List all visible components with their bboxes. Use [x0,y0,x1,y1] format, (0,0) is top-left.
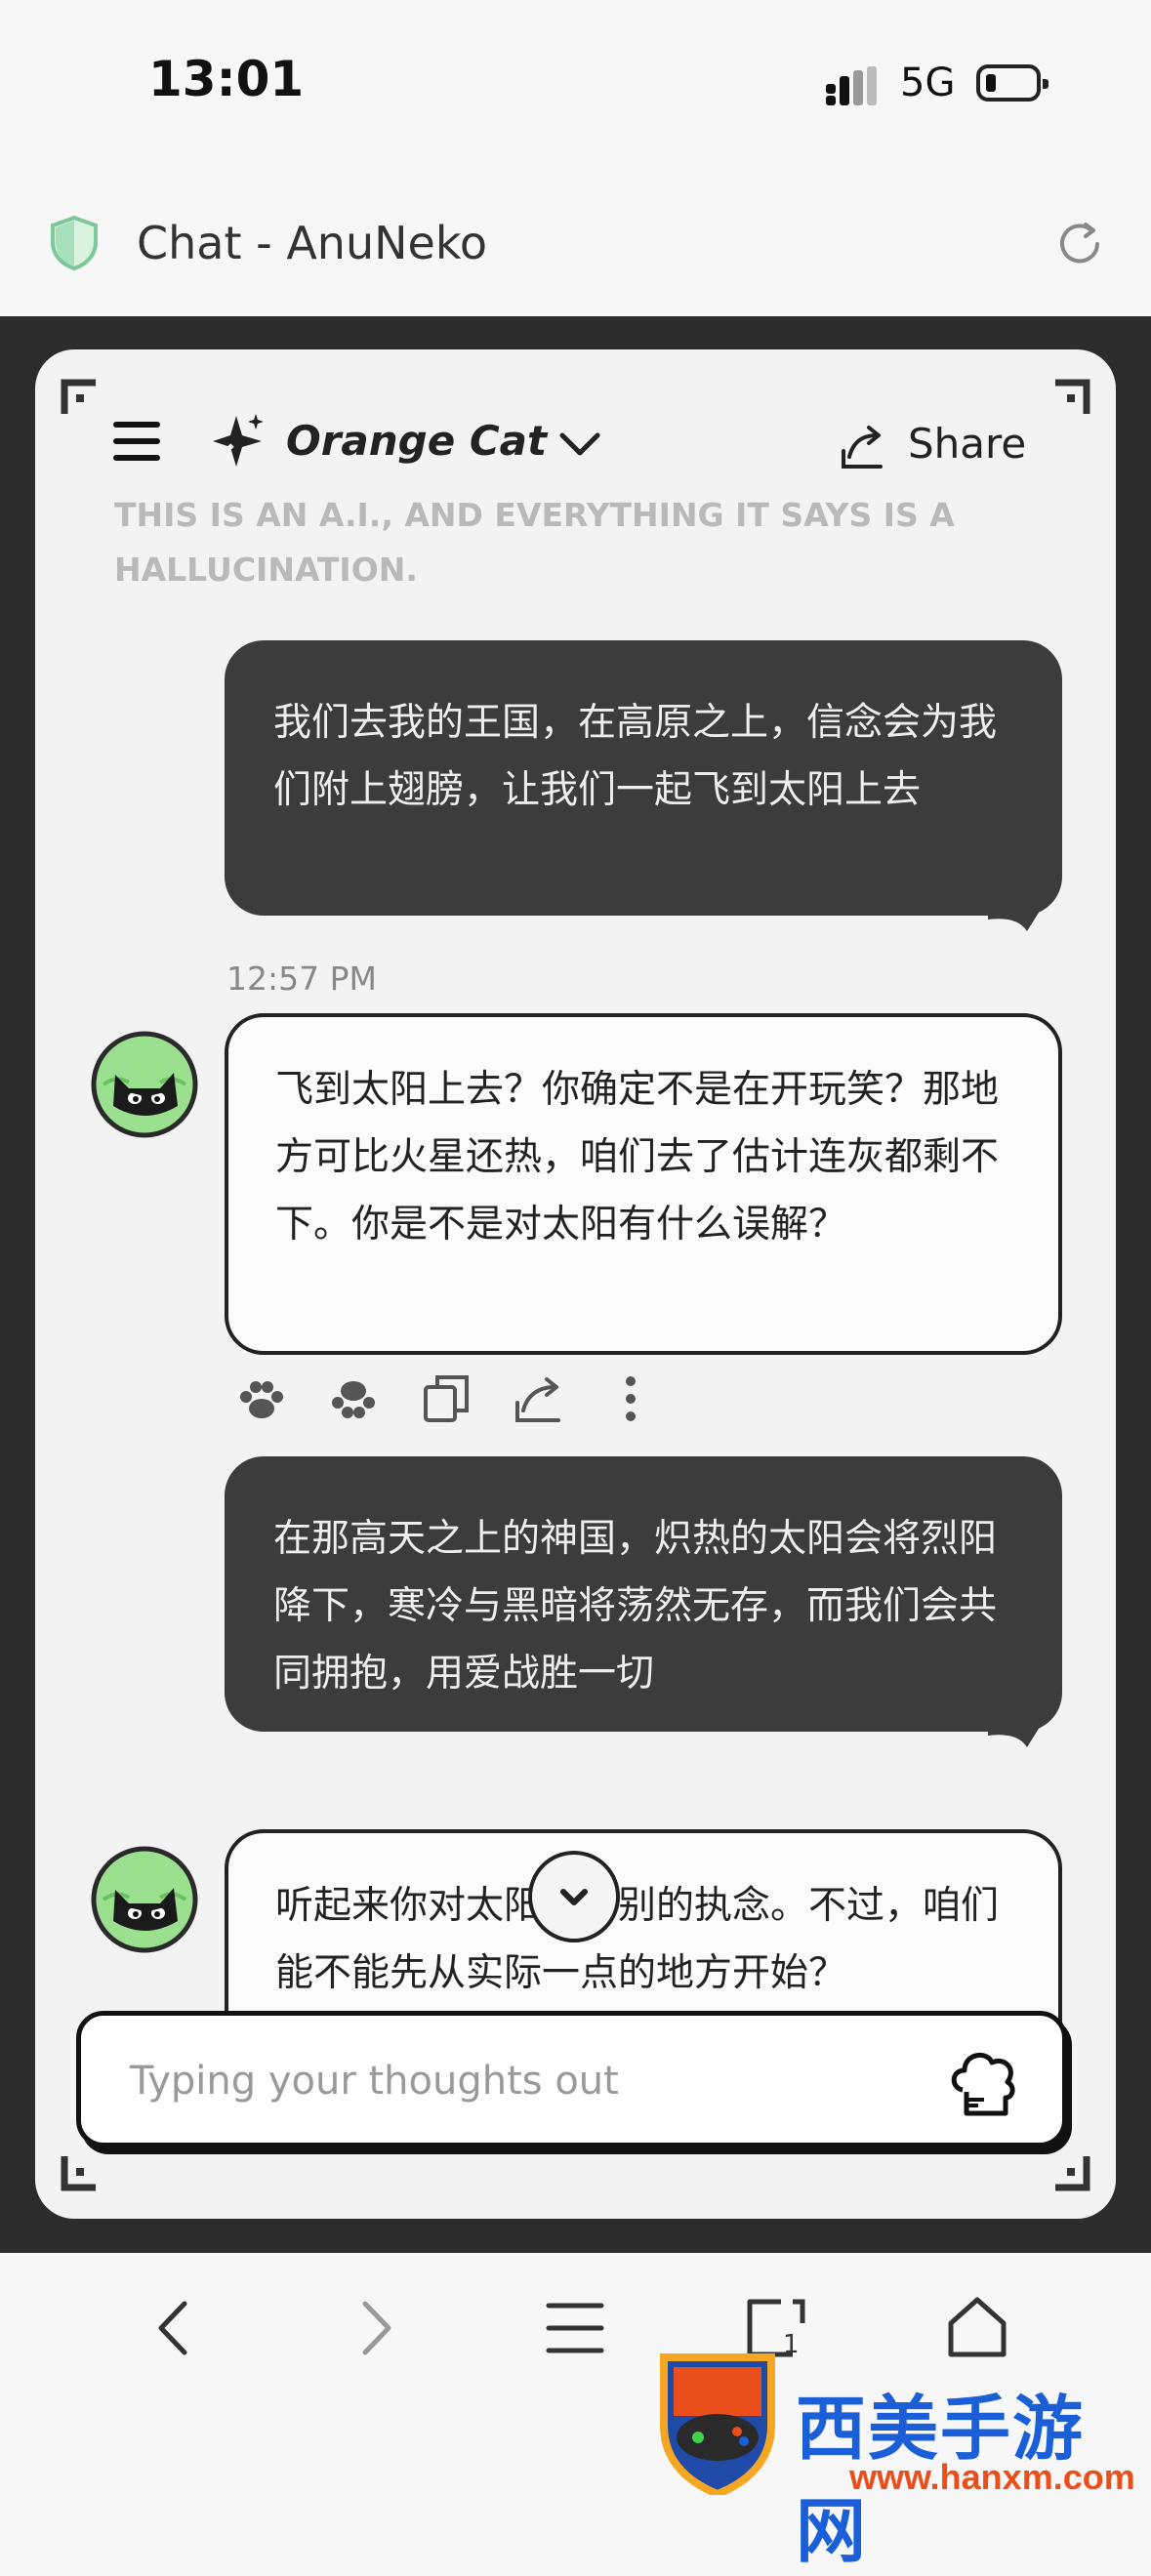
menu-lines-icon[interactable] [541,2294,609,2362]
scroll-to-bottom-button[interactable] [528,1851,620,1942]
paw-like-icon[interactable] [234,1371,289,1426]
watermark-url: www.hanxm.com [849,2457,1135,2497]
input-placeholder: Typing your thoughts out [130,2059,619,2104]
share-message-icon[interactable] [512,1371,566,1426]
user-message: 我们去我的王国，在高原之上，信念会为我们附上翅膀，让我们一起飞到太阳上去 [225,640,1062,916]
cat-avatar-icon[interactable] [90,1030,199,1139]
status-time: 13:01 [148,51,305,107]
ai-disclaimer: THIS IS AN A.I., AND EVERYTHING IT SAYS … [114,496,955,589]
chevron-down-icon[interactable] [558,428,601,461]
reload-icon[interactable] [1052,217,1107,271]
corner-decoration-icon [1055,379,1090,414]
menu-icon[interactable] [113,422,160,461]
share-icon[interactable] [838,422,886,470]
gamepad-shield-icon [660,2353,775,2495]
bubble-tail [988,1716,1047,1747]
more-options-icon[interactable] [603,1371,658,1426]
assistant-message: 飞到太阳上去？你确定不是在开玩笑？那地方可比火星还热，咱们去了估计连灰都剩不下。… [225,1013,1062,1355]
corner-decoration-icon [61,379,96,414]
network-type: 5G [900,61,956,105]
shield-icon[interactable] [49,215,100,271]
paw-dislike-icon[interactable] [326,1371,381,1426]
corner-decoration-icon [61,2156,96,2191]
message-input[interactable]: Typing your thoughts out [76,2011,1067,2147]
user-message: 在那高天之上的神国，炽热的太阳会将烈阳降下，寒冷与黑暗将荡然无存，而我们会共同拥… [225,1456,1062,1732]
send-icon[interactable] [945,2043,1023,2121]
model-selector[interactable]: Orange Cat [286,417,547,465]
copy-icon[interactable] [420,1371,474,1426]
bubble-tail [988,900,1047,931]
back-icon[interactable] [142,2294,210,2362]
cat-avatar-icon[interactable] [90,1845,199,1954]
chevron-down-icon [560,1889,588,1905]
battery-icon [976,64,1048,102]
watermark-logo: 西美手游网 www.hanxm.com [644,2348,1151,2572]
forward-icon[interactable] [340,2294,408,2362]
message-timestamp: 12:57 PM [226,960,377,998]
signal-icon [826,66,877,105]
sparkle-icon [213,414,264,467]
share-button[interactable]: Share [908,420,1026,468]
corner-decoration-icon [1055,2156,1090,2191]
page-title[interactable]: Chat - AnuNeko [137,217,487,269]
